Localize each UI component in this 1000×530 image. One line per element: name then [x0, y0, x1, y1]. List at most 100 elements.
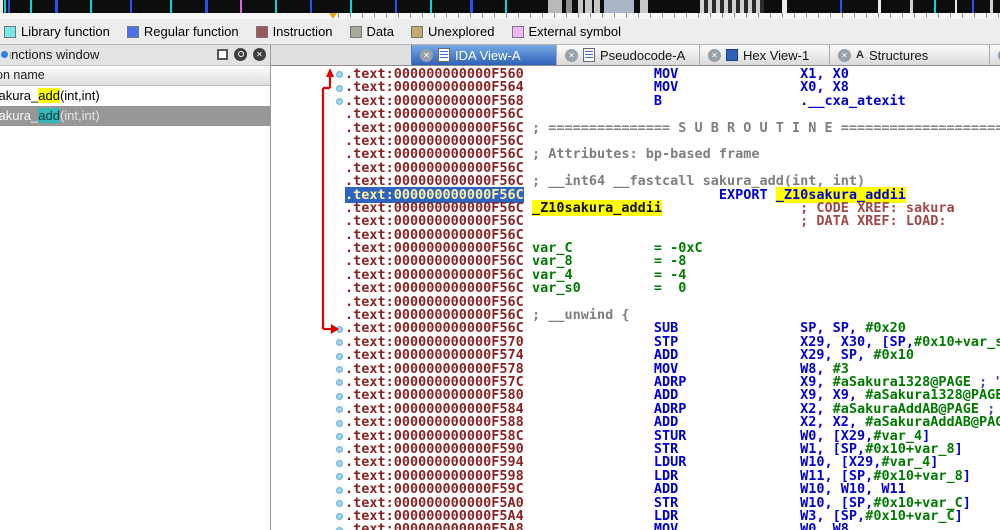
- listing-segment: ]: [963, 495, 971, 511]
- function-list: sakura_add(int,int)sakura_add(int,int): [0, 86, 270, 126]
- functions-window: Functions window ✕ Function name sakura_…: [0, 45, 271, 530]
- navband-stripe: [566, 0, 572, 13]
- legend-bar: Library function Regular function Instruct…: [0, 19, 1000, 45]
- tab-partial[interactable]: ✕: [989, 45, 1000, 65]
- window-icon: [1, 51, 8, 58]
- tab-label: Structures: [869, 48, 928, 63]
- function-name-column-header[interactable]: Function name: [0, 66, 270, 86]
- navband-stripe: [350, 0, 352, 13]
- legend-item-data: Data: [350, 24, 394, 39]
- navband-stripe: [55, 0, 58, 13]
- navband-stripe: [30, 0, 32, 13]
- navband-stripe: [640, 0, 648, 13]
- pseudocode-icon: [583, 48, 595, 62]
- close-tab-icon[interactable]: ✕: [838, 49, 851, 62]
- listing-segment: [581, 280, 654, 296]
- legend-item-instruction: Instruction: [256, 24, 333, 39]
- navband-stripe: [0, 0, 3, 13]
- navband-stripe: [910, 0, 913, 13]
- tab-label: IDA View-A: [455, 48, 521, 63]
- listing-line[interactable]: .text:000000000000F5A8 MOV W0, W8: [271, 523, 1000, 530]
- legend-swatch-regular-function: [127, 26, 139, 38]
- listing-segment: ]: [963, 468, 971, 484]
- navband-stripe: [275, 0, 277, 13]
- listing-segment: var_s0: [524, 280, 581, 296]
- navband-stripe: [130, 0, 132, 13]
- legend-label: External symbol: [529, 24, 621, 39]
- navband-stripe: [430, 0, 432, 13]
- navband-stripe: [700, 0, 764, 13]
- legend-label: Library function: [21, 24, 110, 39]
- close-panel-button[interactable]: ✕: [253, 48, 266, 61]
- navband-stripe: [548, 0, 562, 13]
- function-row[interactable]: sakura_add(int,int): [0, 106, 270, 126]
- navband-stripe: [578, 0, 600, 13]
- tab-structures[interactable]: ✕ A Structures: [829, 45, 989, 65]
- close-tab-icon[interactable]: ✕: [565, 49, 578, 62]
- navband-stripe: [395, 0, 397, 13]
- navigator-band[interactable]: [0, 0, 1000, 13]
- navband-stripe: [840, 0, 842, 13]
- function-name-part: add: [38, 108, 60, 123]
- legend-label: Unexplored: [428, 24, 495, 39]
- navband-stripe: [205, 0, 208, 13]
- navband-stripe: [604, 0, 634, 13]
- tab-pseudocode-a[interactable]: ✕ Pseudocode-A: [556, 45, 699, 65]
- navband-stripe: [90, 0, 92, 13]
- listing-segment: #0x10+var_C: [865, 508, 954, 524]
- listing-address: .text:000000000000F5A8: [345, 521, 524, 530]
- legend-swatch-external-symbol: [512, 26, 524, 38]
- close-tab-icon[interactable]: ✕: [420, 49, 433, 62]
- function-name-part: add: [38, 88, 60, 103]
- listing-lines: .text:000000000000F560 MOV X1, X0.text:0…: [271, 68, 1000, 530]
- legend-swatch-unexplored: [411, 26, 423, 38]
- navband-stripe: [505, 0, 507, 13]
- listing-segment: [524, 213, 800, 229]
- undock-icon[interactable]: [217, 49, 228, 60]
- legend-item-library-function: Library function: [4, 24, 110, 39]
- legend-item-regular-function: Regular function: [127, 24, 239, 39]
- tab-hex-view-1[interactable]: ✕ Hex View-1: [699, 45, 829, 65]
- legend-swatch-instruction: [256, 26, 268, 38]
- navband-stripe: [934, 0, 936, 13]
- tab-bar: ✕ IDA View-A ✕ Pseudocode-A ✕ Hex View-1 ✕ A Str…: [271, 45, 1000, 66]
- navband-stripe: [782, 0, 787, 13]
- legend-swatch-library-function: [4, 26, 16, 38]
- legend-label: Data: [367, 24, 394, 39]
- listing-segment: #0x10: [873, 347, 914, 363]
- functions-window-titlebar[interactable]: Functions window ✕: [0, 45, 270, 66]
- function-name-part: (int,int): [60, 108, 100, 123]
- navband-stripe: [583, 0, 585, 13]
- pin-button[interactable]: [234, 48, 247, 61]
- tab-ida-view-a[interactable]: ✕ IDA View-A: [411, 45, 556, 65]
- listing-segment: MOV W0, W8: [524, 521, 849, 530]
- function-name: sakura_add(int,int): [0, 106, 100, 126]
- functions-window-title: Functions window: [10, 45, 222, 65]
- close-tab-icon[interactable]: ✕: [708, 49, 721, 62]
- listing-segment: #0x10+var_s0: [914, 334, 1000, 350]
- tab-label: Hex View-1: [743, 48, 809, 63]
- pin-icon: [238, 51, 244, 57]
- function-row[interactable]: sakura_add(int,int): [0, 86, 270, 106]
- function-name: sakura_add(int,int): [0, 86, 100, 106]
- listing-segment: B .__cxa_atexit: [524, 93, 906, 109]
- listing-segment: ; DATA XREF: LOAD:: [800, 213, 946, 229]
- navband-stripe: [972, 0, 974, 13]
- navband-stripe: [592, 0, 594, 13]
- structures-icon: A: [856, 49, 864, 61]
- navband-stripe: [4, 0, 6, 13]
- ida-view-icon: [438, 48, 450, 62]
- titlebar-buttons: ✕: [217, 48, 266, 61]
- tab-label: Pseudocode-A: [600, 48, 685, 63]
- legend-swatch-data: [350, 26, 362, 38]
- function-name-part: sakura_: [0, 88, 38, 103]
- legend-label: Instruction: [273, 24, 333, 39]
- navband-stripe: [8, 0, 10, 13]
- listing-segment: ]: [955, 508, 963, 524]
- function-name-part: sakura_: [0, 108, 38, 123]
- disassembly-view: .text:000000000000F560 MOV X1, X0.text:0…: [271, 66, 1000, 530]
- listing-segment: ]: [955, 441, 963, 457]
- navband-stripe: [990, 0, 993, 13]
- navband-stripe: [955, 0, 957, 13]
- listing-segment: ; =============== S U B R O U T I N E ==…: [524, 120, 1000, 136]
